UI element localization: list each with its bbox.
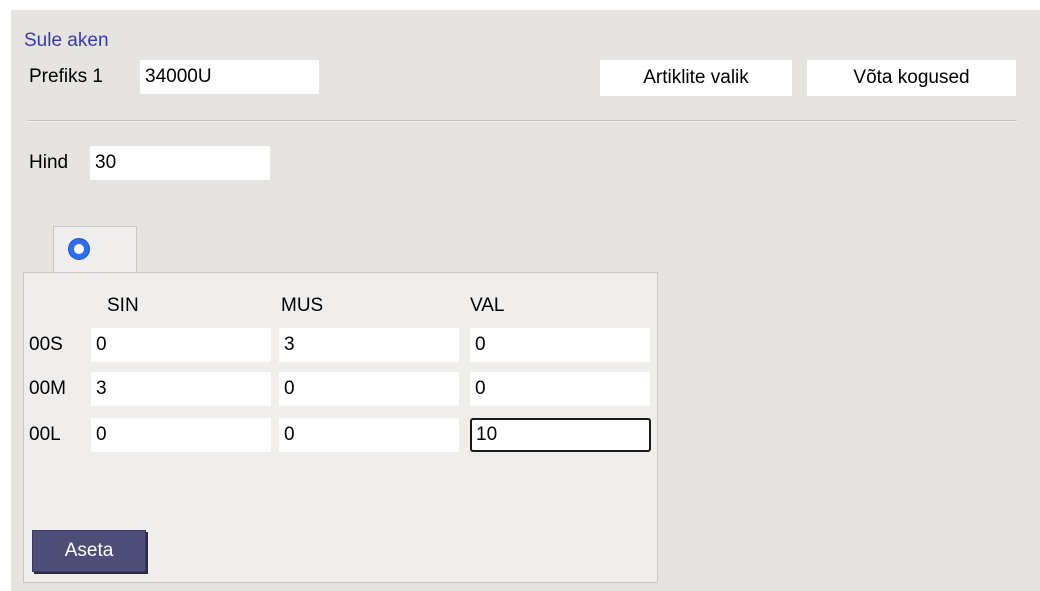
row-header-00m: 00M bbox=[29, 378, 66, 399]
cell-00l-mus[interactable] bbox=[279, 418, 459, 452]
prefix-input[interactable] bbox=[140, 60, 319, 94]
dialog-panel: Sule aken Prefiks 1 Artiklite valik Võta… bbox=[11, 10, 1040, 591]
row-header-00l: 00L bbox=[29, 424, 61, 445]
cell-00s-sin[interactable] bbox=[91, 328, 271, 362]
price-label: Hind bbox=[29, 152, 69, 173]
take-quantities-button[interactable]: Võta kogused bbox=[807, 60, 1016, 96]
select-items-button[interactable]: Artiklite valik bbox=[600, 60, 792, 96]
cell-00m-sin[interactable] bbox=[91, 372, 271, 406]
column-header-val: VAL bbox=[470, 295, 505, 316]
column-header-sin: SIN bbox=[107, 295, 139, 316]
cell-00s-mus[interactable] bbox=[279, 328, 459, 362]
divider bbox=[27, 120, 1017, 122]
radio-selected-icon[interactable] bbox=[68, 238, 90, 260]
price-input[interactable] bbox=[90, 146, 270, 180]
row-header-00s: 00S bbox=[29, 334, 63, 355]
cell-00m-mus[interactable] bbox=[279, 372, 459, 406]
cell-00s-val[interactable] bbox=[470, 328, 650, 362]
close-window-link[interactable]: Sule aken bbox=[24, 30, 109, 52]
cell-00l-val[interactable] bbox=[470, 418, 651, 452]
apply-button[interactable]: Aseta bbox=[32, 530, 146, 572]
prefix-label: Prefiks 1 bbox=[29, 66, 103, 87]
cell-00m-val[interactable] bbox=[470, 372, 650, 406]
matrix-tab[interactable] bbox=[53, 226, 137, 274]
cell-00l-sin[interactable] bbox=[91, 418, 271, 452]
column-header-mus: MUS bbox=[281, 295, 324, 316]
